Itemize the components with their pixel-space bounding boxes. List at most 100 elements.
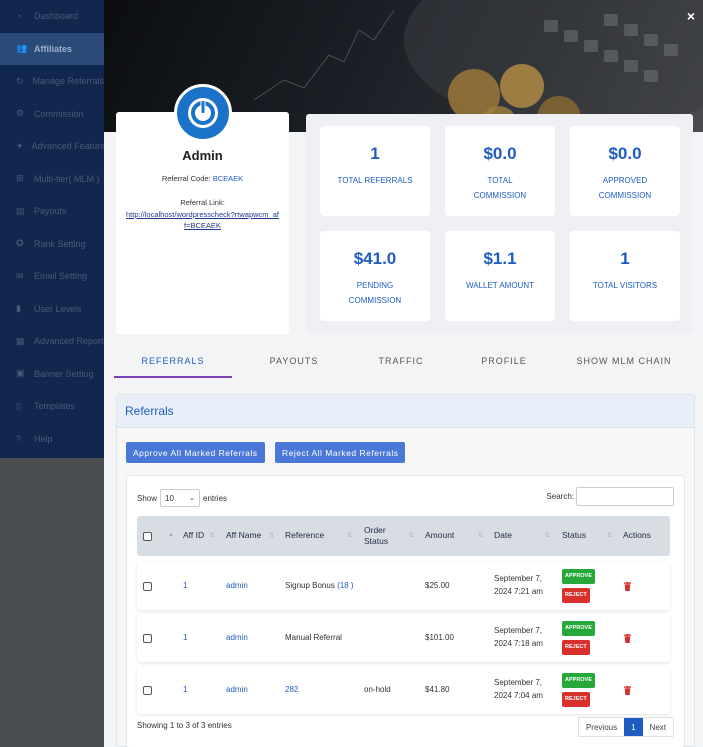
sitemap-icon: ⊞ — [16, 173, 24, 184]
row-checkbox[interactable] — [143, 581, 152, 591]
tab-traffic[interactable]: TRAFFIC — [351, 356, 451, 378]
trash-icon[interactable] — [624, 581, 631, 591]
sidebar-item-label: Affiliates — [34, 43, 73, 54]
sidebar-item-label: Rank Setting — [34, 238, 86, 249]
approve-all-button[interactable]: Approve All Marked Referrals — [126, 442, 265, 463]
sidebar-item-advanced-features[interactable]: ✦ Advanced Features — [0, 130, 104, 163]
approve-button[interactable]: APPROVE — [562, 569, 595, 584]
refresh-icon: ↻ — [16, 75, 24, 86]
sort-icon[interactable]: ⇅ — [545, 532, 550, 539]
envelope-icon: ✉ — [16, 270, 24, 281]
sidebar-item-templates[interactable]: ▯ Templates — [0, 390, 104, 423]
sidebar-item-label: Commission — [34, 108, 84, 119]
column-header-actions: Actions — [623, 530, 651, 541]
reference-link[interactable]: (18 ) — [337, 580, 353, 593]
reject-button[interactable]: REJECT — [562, 588, 590, 603]
approve-button[interactable]: APPROVE — [562, 673, 595, 688]
reference-cell: Manual Referral — [285, 614, 342, 662]
tab-referrals[interactable]: REFERRALS — [114, 356, 232, 378]
table-row: 1 admin Signup Bonus (18 ) $25.00 Septem… — [137, 562, 670, 610]
current-page-button[interactable]: 1 — [624, 718, 643, 736]
sidebar-item-banner-setting[interactable]: ▣ Banner Setting — [0, 358, 104, 391]
reject-all-button[interactable]: Reject All Marked Referrals — [275, 442, 406, 463]
select-all-checkbox[interactable] — [143, 531, 152, 541]
reference-link[interactable]: 282 — [285, 684, 298, 697]
sidebar-item-commission[interactable]: ⚙ Commission — [0, 98, 104, 131]
entries-length: Show 10 ⌄ entries — [137, 489, 227, 507]
aff-name-cell[interactable]: admin — [226, 666, 248, 714]
sort-icon[interactable]: ⇅ — [347, 532, 352, 539]
search-input[interactable] — [576, 487, 674, 506]
previous-page-button[interactable]: Previous — [578, 718, 625, 736]
reject-button[interactable]: REJECT — [562, 692, 590, 707]
pagination: Previous 1 Next — [577, 717, 674, 737]
referral-link[interactable]: http://localhost/wordpresscheck?rtwapwcm… — [126, 210, 279, 231]
profile-card: Admin Referral Code: BCEAEK Referral Lin… — [116, 84, 289, 334]
sidebar-item-affiliates[interactable]: 👥 Affiliates — [0, 32, 104, 65]
table-row: 1 admin Manual Referral $101.00 Septembe… — [137, 614, 670, 662]
sidebar-item-payouts[interactable]: ▤ Payouts — [0, 195, 104, 228]
column-header-amount[interactable]: Amount — [425, 516, 454, 556]
sidebar-item-label: Payouts — [34, 206, 67, 217]
date-cell: September 7, 2024 7:21 am — [494, 574, 543, 596]
reference-cell: 282 — [285, 666, 298, 714]
referrals-section: Referrals Approve All Marked Referrals R… — [116, 394, 695, 747]
sort-icon[interactable]: ⇅ — [607, 532, 612, 539]
sidebar-item-help[interactable]: ? Help — [0, 423, 104, 456]
referral-link-label: Referral Link: — [180, 198, 225, 207]
column-header-aff-name[interactable]: Aff Name — [226, 516, 261, 556]
column-header-order-status[interactable]: Order Status — [364, 516, 400, 556]
sidebar-item-label: Advanced Features — [31, 141, 104, 152]
referral-code-label: Referral Code: — [161, 174, 211, 183]
column-header-date[interactable]: Date — [494, 516, 512, 556]
sidebar-item-user-levels[interactable]: ▮ User Levels — [0, 293, 104, 326]
sidebar-item-dashboard[interactable]: ◔ Dashboard — [0, 0, 104, 33]
amount-cell: $41.80 — [425, 684, 450, 694]
close-button[interactable]: × — [687, 8, 695, 24]
sidebar-item-multi-tier[interactable]: ⊞ Multi-tier( MLM ) — [0, 163, 104, 196]
speedometer-icon: ◔ — [16, 11, 22, 22]
aff-id-cell[interactable]: 1 — [183, 614, 187, 662]
sort-asc-icon[interactable]: ▲ — [168, 532, 174, 538]
sort-icon[interactable]: ⇅ — [210, 532, 215, 539]
tab-payouts[interactable]: PAYOUTS — [244, 356, 344, 378]
backdrop[interactable] — [0, 458, 104, 747]
trash-icon[interactable] — [624, 685, 631, 695]
row-checkbox[interactable] — [143, 685, 152, 695]
aff-name-cell[interactable]: admin — [226, 614, 248, 662]
approve-button[interactable]: APPROVE — [562, 621, 595, 636]
sidebar-item-advanced-report[interactable]: ▦ Advanced Report — [0, 325, 104, 358]
sidebar-item-manage-referrals[interactable]: ↻ Manage Referrals — [0, 65, 104, 98]
help-icon: ? — [16, 433, 22, 444]
sidebar-item-label: Advanced Report — [34, 336, 104, 347]
column-header-aff-id[interactable]: Aff ID — [183, 516, 207, 556]
trash-icon[interactable] — [624, 633, 631, 643]
tab-show-mlm-chain[interactable]: SHOW MLM CHAIN — [569, 356, 679, 378]
stat-label: TOTAL VISITORS — [592, 281, 658, 290]
stat-total-visitors: 1 TOTAL VISITORS — [570, 231, 680, 321]
sidebar-item-email-setting[interactable]: ✉ Email Setting — [0, 260, 104, 293]
entries-select[interactable]: 10 ⌄ — [160, 489, 201, 507]
gear-icon: ⚙ — [16, 108, 25, 119]
sidebar-item-label: Dashboard — [34, 11, 79, 22]
sort-icon[interactable]: ⇅ — [409, 532, 414, 539]
amount-cell: $25.00 — [425, 580, 450, 590]
reject-button[interactable]: REJECT — [562, 640, 590, 655]
stat-label: TOTAL REFERRALS — [337, 176, 413, 185]
column-header-reference[interactable]: Reference — [285, 516, 324, 556]
reference-cell: Signup Bonus (18 ) — [285, 562, 354, 610]
sort-icon[interactable]: ⇅ — [269, 532, 274, 539]
column-header-status[interactable]: Status — [562, 516, 586, 556]
select-all-cell — [143, 516, 152, 556]
aff-id-cell[interactable]: 1 — [183, 562, 187, 610]
sort-icon[interactable]: ⇅ — [478, 532, 483, 539]
aff-name-cell[interactable]: admin — [226, 562, 248, 610]
sidebar-item-rank-setting[interactable]: ✪ Rank Setting — [0, 228, 104, 261]
row-checkbox[interactable] — [143, 633, 152, 643]
sidebar-item-label: Templates — [34, 401, 76, 412]
aff-id-cell[interactable]: 1 — [183, 666, 187, 714]
tab-profile[interactable]: PROFILE — [454, 356, 554, 378]
stat-total-commission: $0.0 TOTAL COMMISSION — [445, 126, 555, 216]
next-page-button[interactable]: Next — [642, 718, 673, 736]
actions-cell — [624, 562, 631, 610]
